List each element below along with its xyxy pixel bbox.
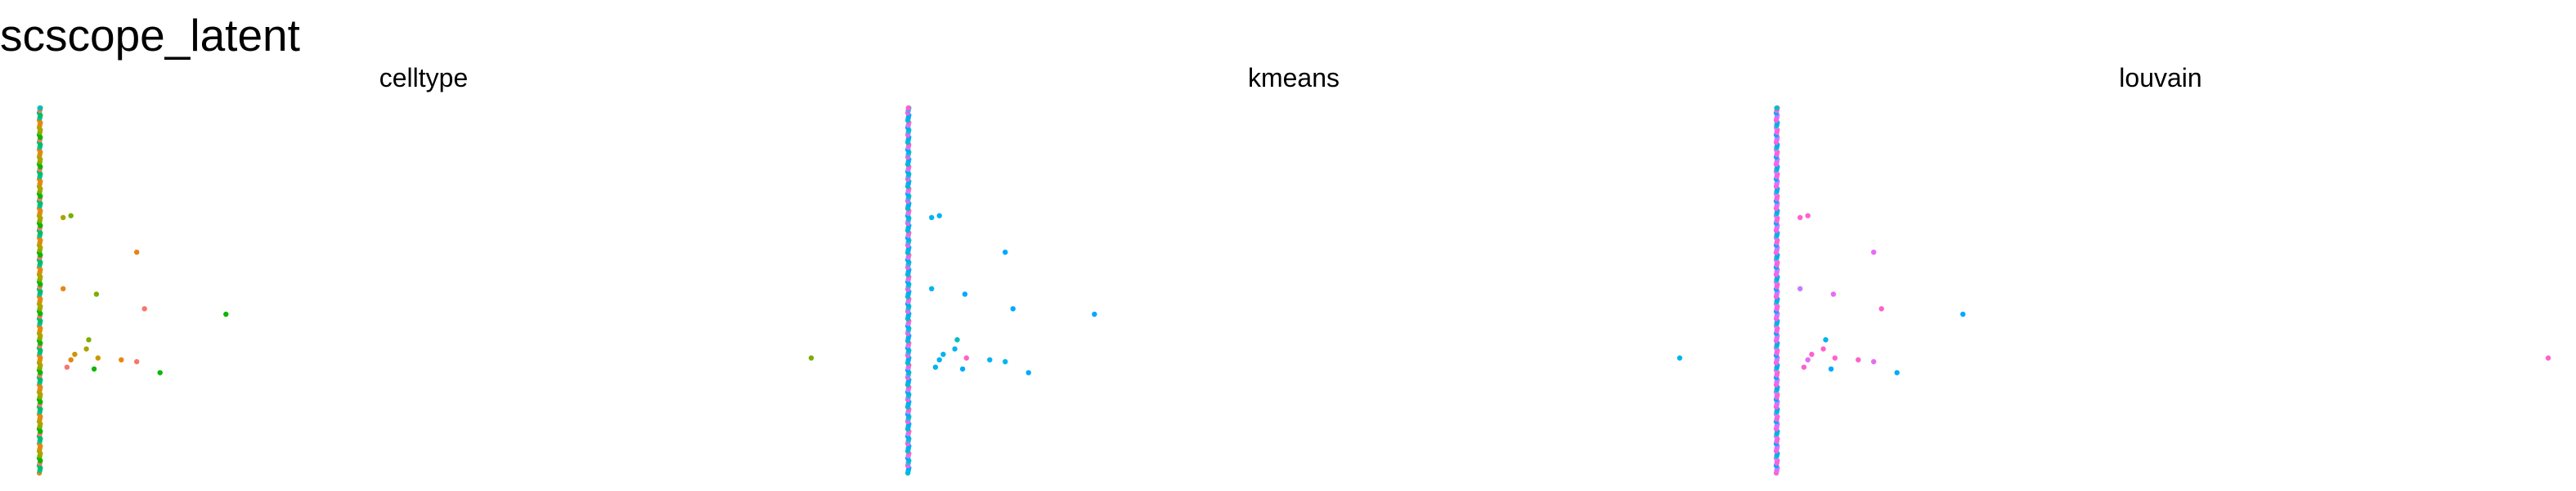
data-point xyxy=(95,355,101,361)
data-point xyxy=(1797,214,1803,220)
data-point xyxy=(86,337,92,343)
data-point xyxy=(1856,357,1861,363)
data-point xyxy=(1830,291,1837,297)
data-point xyxy=(932,364,939,370)
data-point xyxy=(1871,250,1877,255)
data-point xyxy=(987,357,993,363)
data-point xyxy=(1960,311,1966,318)
data-point xyxy=(91,366,97,372)
data-point xyxy=(1894,370,1900,376)
data-point xyxy=(68,213,74,218)
data-point xyxy=(1805,213,1811,218)
data-point xyxy=(905,105,911,111)
data-point xyxy=(929,286,935,291)
data-point xyxy=(2545,355,2551,361)
data-point xyxy=(1820,346,1826,352)
data-point xyxy=(37,105,43,111)
data-point xyxy=(1832,355,1838,361)
data-point xyxy=(936,213,942,218)
data-point xyxy=(72,351,78,358)
panel-louvain: louvain xyxy=(1773,63,2551,476)
panel-kmeans: kmeans xyxy=(904,63,1683,476)
data-point xyxy=(962,291,968,297)
data-point xyxy=(808,355,815,361)
data-point xyxy=(157,370,163,376)
data-point xyxy=(936,357,942,363)
data-point xyxy=(1025,370,1031,376)
data-point xyxy=(940,351,946,358)
panel-title: celltype xyxy=(379,63,469,92)
data-point xyxy=(929,214,935,220)
data-point xyxy=(134,358,140,365)
panel-celltype: celltype xyxy=(36,63,815,476)
data-point xyxy=(141,306,147,312)
panel-title: kmeans xyxy=(1248,63,1340,92)
data-point xyxy=(1676,355,1683,361)
data-point xyxy=(223,311,229,318)
data-point xyxy=(1871,358,1877,365)
data-point xyxy=(134,250,140,255)
data-point xyxy=(952,346,958,352)
data-point xyxy=(64,364,70,370)
data-point xyxy=(61,214,66,220)
data-point xyxy=(1092,311,1097,318)
data-point xyxy=(1801,364,1807,370)
data-point xyxy=(954,337,960,343)
data-point xyxy=(1003,358,1008,365)
panel-title: louvain xyxy=(2119,63,2201,92)
data-point xyxy=(1010,306,1016,312)
data-point xyxy=(83,346,89,352)
data-point xyxy=(1828,366,1834,372)
data-point xyxy=(68,357,74,363)
data-point xyxy=(119,357,124,363)
scatter-figure: celltype kmeans louvain xyxy=(36,63,2551,476)
data-point xyxy=(1878,306,1884,312)
data-point xyxy=(61,286,66,291)
data-point xyxy=(1003,250,1008,255)
data-point xyxy=(959,366,966,372)
data-point xyxy=(93,291,100,297)
data-point xyxy=(1809,351,1815,358)
data-point xyxy=(963,355,970,361)
data-point xyxy=(1805,357,1811,363)
data-point xyxy=(1774,105,1779,111)
data-point xyxy=(1797,286,1803,291)
data-point xyxy=(1823,337,1829,343)
